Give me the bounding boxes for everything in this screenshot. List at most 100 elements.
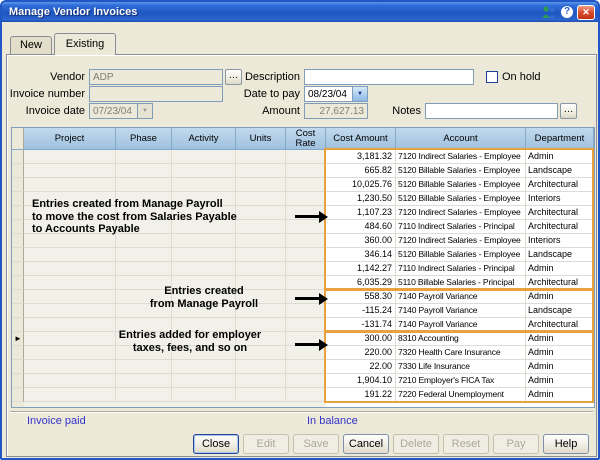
cost-rate-cell xyxy=(286,178,326,192)
tab-existing[interactable]: Existing xyxy=(54,33,116,55)
row-selector-cell xyxy=(12,360,24,374)
close-button[interactable]: Close xyxy=(193,434,239,454)
column-header-activity: Activity xyxy=(172,128,236,150)
account-cell: 5120 Billable Salaries - Employee xyxy=(396,192,526,206)
cost-amount-cell: 220.00 xyxy=(326,346,396,360)
activity-cell xyxy=(172,262,236,276)
column-header-account: Account xyxy=(396,128,526,150)
grid-row-9[interactable]: 1,142.277110 Indirect Salaries - Princip… xyxy=(12,262,594,276)
project-cell xyxy=(24,346,116,360)
project-cell xyxy=(24,276,116,290)
on-hold-checkbox[interactable] xyxy=(486,71,498,83)
cost-amount-cell: 6,035.29 xyxy=(326,276,396,290)
activity-cell xyxy=(172,360,236,374)
grid-row-10[interactable]: 6,035.295110 Billable Salaries - Princip… xyxy=(12,276,594,290)
invoice-grid: ProjectPhaseActivityUnitsCost RateCost A… xyxy=(11,127,595,408)
annotation-arrow-1 xyxy=(295,215,320,218)
row-selector-cell xyxy=(12,248,24,262)
account-cell: 7120 Indirect Salaries - Employee xyxy=(396,234,526,248)
row-selector-cell xyxy=(12,304,24,318)
close-icon[interactable]: ✕ xyxy=(577,5,595,20)
activity-cell xyxy=(172,178,236,192)
help-button[interactable]: Help xyxy=(543,434,589,454)
cost-rate-cell xyxy=(286,388,326,402)
pay-button[interactable]: Pay xyxy=(493,434,539,454)
reset-button[interactable]: Reset xyxy=(443,434,489,454)
help-icon[interactable]: ? xyxy=(560,5,574,19)
activity-cell xyxy=(172,388,236,402)
delete-button[interactable]: Delete xyxy=(393,434,439,454)
grid-row-8[interactable]: 346.145120 Billable Salaries - EmployeeL… xyxy=(12,248,594,262)
row-selector-cell xyxy=(12,234,24,248)
amount-label: Amount xyxy=(190,105,300,117)
department-cell: Admin xyxy=(526,360,594,374)
cost-amount-cell: 22.00 xyxy=(326,360,396,374)
units-cell xyxy=(236,388,286,402)
annotation-employer-taxes: Entries added for employer taxes, fees, … xyxy=(104,329,276,354)
status-divider xyxy=(10,411,593,413)
account-cell: 7210 Employer's FICA Tax xyxy=(396,374,526,388)
cost-rate-cell xyxy=(286,276,326,290)
row-selector-cell xyxy=(12,318,24,332)
cost-amount-cell: 191.22 xyxy=(326,388,396,402)
grid-row-15[interactable]: 220.007320 Health Care InsuranceAdmin xyxy=(12,346,594,360)
cost-amount-cell: 10,025.76 xyxy=(326,178,396,192)
grid-row-3[interactable]: 10,025.765120 Billable Salaries - Employ… xyxy=(12,178,594,192)
account-cell: 7110 Indirect Salaries - Principal xyxy=(396,220,526,234)
phase-cell xyxy=(116,388,172,402)
date-to-pay-combo[interactable]: 08/23/04 ▼ xyxy=(304,86,368,102)
tab-new[interactable]: New xyxy=(10,36,52,54)
button-row: CloseEditSaveCancelDeleteResetPayHelp xyxy=(7,434,596,456)
department-cell: Landscape xyxy=(526,304,594,318)
activity-cell xyxy=(172,234,236,248)
phase-cell xyxy=(116,360,172,374)
people-icon[interactable] xyxy=(541,5,557,19)
cost-rate-cell xyxy=(286,150,326,164)
notes-browse-button[interactable]: … xyxy=(560,103,577,119)
grid-row-18[interactable]: 191.227220 Federal UnemploymentAdmin xyxy=(12,388,594,402)
units-cell xyxy=(236,262,286,276)
grid-row-1[interactable]: 3,181.327120 Indirect Salaries - Employe… xyxy=(12,150,594,164)
save-button[interactable]: Save xyxy=(293,434,339,454)
project-cell xyxy=(24,304,116,318)
project-cell xyxy=(24,374,116,388)
units-cell xyxy=(236,234,286,248)
department-cell: Architectural xyxy=(526,276,594,290)
cost-amount-cell: 346.14 xyxy=(326,248,396,262)
activity-cell xyxy=(172,164,236,178)
grid-row-16[interactable]: 22.007330 Life InsuranceAdmin xyxy=(12,360,594,374)
cancel-button[interactable]: Cancel xyxy=(343,434,389,454)
grid-row-7[interactable]: 360.007120 Indirect Salaries - EmployeeI… xyxy=(12,234,594,248)
vendor-label: Vendor xyxy=(7,71,85,83)
department-cell: Admin xyxy=(526,150,594,164)
cost-rate-cell xyxy=(286,318,326,332)
existing-tab-page: Vendor ADP … Description On hold Invoice… xyxy=(6,54,597,457)
chevron-down-icon[interactable]: ▼ xyxy=(352,87,367,101)
department-cell: Admin xyxy=(526,346,594,360)
account-cell: 5110 Billable Salaries - Principal xyxy=(396,276,526,290)
project-cell xyxy=(24,360,116,374)
column-header-phase: Phase xyxy=(116,128,172,150)
phase-cell xyxy=(116,178,172,192)
units-cell xyxy=(236,374,286,388)
row-selector-cell xyxy=(12,220,24,234)
grid-row-17[interactable]: 1,904.107210 Employer's FICA TaxAdmin xyxy=(12,374,594,388)
date-to-pay-label: Date to pay xyxy=(190,88,300,100)
title-bar[interactable]: Manage Vendor Invoices ? ✕ xyxy=(2,2,598,22)
project-cell xyxy=(24,388,116,402)
annotation-payroll-cost-move: Entries created from Manage Payroll to m… xyxy=(32,198,297,236)
grid-body: 3,181.327120 Indirect Salaries - Employe… xyxy=(12,150,594,402)
department-cell: Architectural xyxy=(526,178,594,192)
notes-field[interactable] xyxy=(425,103,558,119)
phase-cell xyxy=(116,262,172,276)
description-field[interactable] xyxy=(304,69,474,85)
grid-row-2[interactable]: 665.825120 Billable Salaries - EmployeeL… xyxy=(12,164,594,178)
row-selector-cell xyxy=(12,290,24,304)
grid-row-12[interactable]: -115.247140 Payroll VarianceLandscape xyxy=(12,304,594,318)
cost-amount-cell: 1,107.23 xyxy=(326,206,396,220)
row-selector-cell xyxy=(12,374,24,388)
grid-row-13[interactable]: -131.747140 Payroll VarianceArchitectura… xyxy=(12,318,594,332)
edit-button[interactable]: Edit xyxy=(243,434,289,454)
department-cell: Landscape xyxy=(526,248,594,262)
department-cell: Architectural xyxy=(526,318,594,332)
